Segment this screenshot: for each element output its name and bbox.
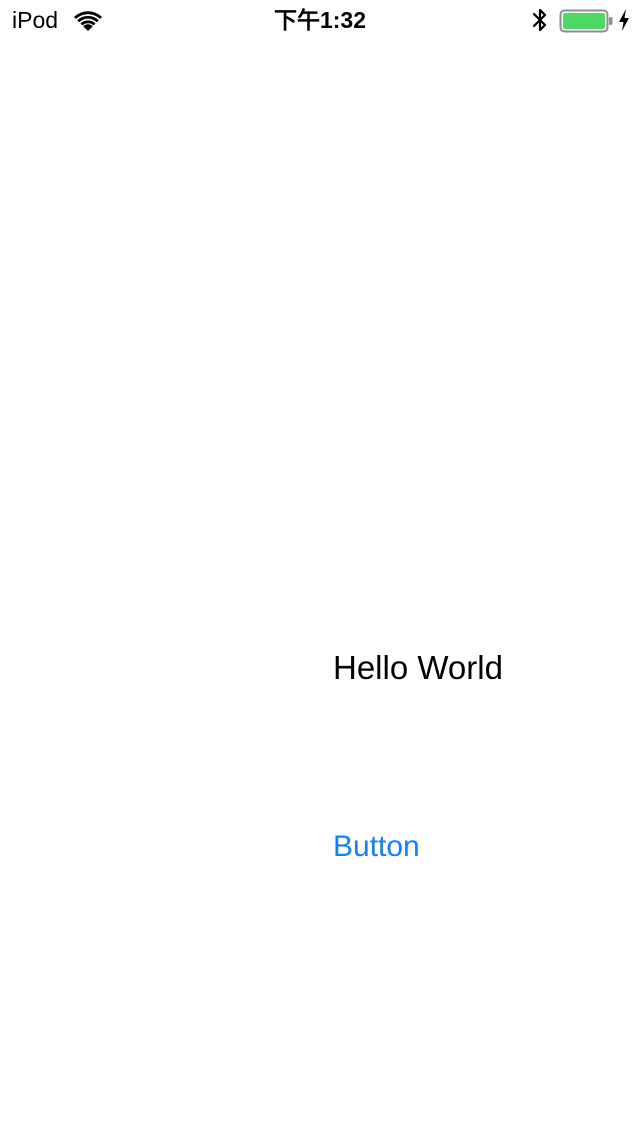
hello-world-label: Hello World xyxy=(333,649,503,686)
bluetooth-icon xyxy=(532,8,547,32)
main-button[interactable]: Button xyxy=(333,828,420,866)
battery-icon xyxy=(559,9,613,33)
status-bar: iPod 下午1:32 xyxy=(0,0,640,40)
charging-bolt-icon xyxy=(619,9,629,31)
